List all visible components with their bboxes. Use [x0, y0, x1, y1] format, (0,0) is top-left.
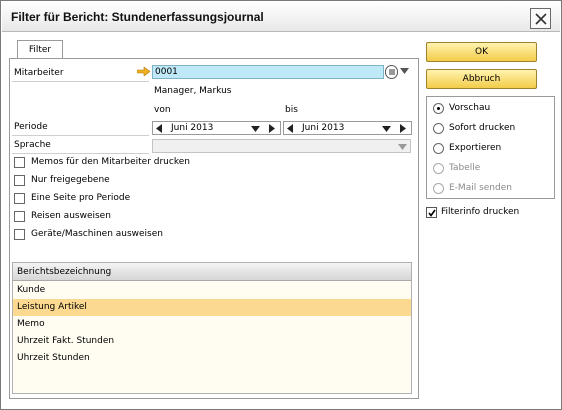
checkbox-filterinfo-label: Filterinfo drucken — [441, 207, 520, 217]
window-title: Filter für Bericht: Stundenerfassungsjou… — [11, 10, 264, 24]
column-header-berichtsbezeichnung[interactable]: Berichtsbezeichnung — [13, 263, 411, 281]
mitarbeiter-input[interactable]: 0001 — [152, 65, 384, 79]
divider — [12, 153, 149, 154]
periode-label: Periode — [14, 122, 48, 132]
checkbox-geraete-label: Geräte/Maschinen ausweisen — [31, 229, 163, 239]
checkbox-memos-label: Memos für den Mitarbeiter drucken — [31, 157, 190, 167]
periode-von-value: Juni 2013 — [171, 123, 214, 133]
cancel-button[interactable]: Abbruch — [426, 69, 537, 89]
sprache-select[interactable] — [152, 139, 411, 153]
list-item[interactable]: Uhrzeit Fakt. Stunden — [13, 333, 411, 350]
close-button[interactable] — [530, 8, 551, 29]
checkbox-memos[interactable] — [14, 157, 25, 168]
radio-exportieren[interactable] — [433, 143, 444, 154]
sprache-label: Sprache — [14, 140, 51, 150]
radio-exportieren-label: Exportieren — [449, 143, 502, 153]
divider — [12, 81, 149, 82]
von-label: von — [154, 105, 171, 115]
radio-vorschau-label: Vorschau — [449, 103, 491, 113]
list-item[interactable]: Uhrzeit Stunden — [13, 350, 411, 367]
divider — [12, 135, 149, 136]
chevron-down-icon[interactable] — [251, 126, 260, 132]
chevron-down-icon[interactable] — [398, 144, 407, 150]
list-icon — [389, 69, 395, 75]
periode-von-select[interactable]: Juni 2013 — [152, 121, 281, 135]
checkbox-filterinfo[interactable] — [426, 207, 437, 218]
ok-button[interactable]: OK — [426, 42, 537, 62]
chevron-down-icon[interactable] — [382, 126, 391, 132]
radio-email-senden-label: E-Mail senden — [449, 183, 512, 193]
periode-bis-value: Juni 2013 — [302, 123, 345, 133]
checkbox-geraete[interactable] — [14, 229, 25, 240]
title-bar: Filter für Bericht: Stundenerfassungsjou… — [2, 2, 560, 32]
tab-filter[interactable]: Filter — [17, 40, 63, 59]
radio-vorschau[interactable] — [433, 103, 444, 114]
report-list: Berichtsbezeichnung Kunde Leistung Artik… — [12, 262, 412, 394]
triangle-right-icon[interactable] — [269, 124, 275, 133]
checkbox-reisen[interactable] — [14, 211, 25, 222]
checkbox-seite-pro-periode-label: Eine Seite pro Periode — [31, 193, 131, 203]
checkbox-nur-freigegebene-label: Nur freigegebene — [31, 175, 110, 185]
list-item-selected[interactable]: Leistung Artikel — [13, 299, 411, 316]
list-item[interactable]: Memo — [13, 316, 411, 333]
checkbox-nur-freigegebene[interactable] — [14, 175, 25, 186]
list-item[interactable]: Kunde — [13, 282, 411, 299]
bis-label: bis — [285, 105, 298, 115]
mitarbeiter-label: Mitarbeiter — [14, 68, 64, 78]
filter-dialog: Filter für Bericht: Stundenerfassungsjou… — [0, 0, 562, 410]
radio-sofort-drucken[interactable] — [433, 123, 444, 134]
radio-tabelle — [433, 163, 444, 174]
checkmark-icon — [428, 209, 436, 217]
triangle-left-icon[interactable] — [287, 124, 293, 133]
checkbox-reisen-label: Reisen ausweisen — [31, 211, 111, 221]
close-icon — [535, 13, 547, 25]
choose-from-list-button[interactable] — [385, 65, 398, 79]
ok-button-label: OK — [475, 47, 488, 57]
triangle-right-icon[interactable] — [400, 124, 406, 133]
radio-sofort-drucken-label: Sofort drucken — [449, 123, 516, 133]
arrow-right-icon[interactable] — [137, 67, 150, 76]
triangle-left-icon[interactable] — [156, 124, 162, 133]
mitarbeiter-name: Manager, Markus — [154, 86, 232, 96]
checkbox-seite-pro-periode[interactable] — [14, 193, 25, 204]
cancel-button-label: Abbruch — [462, 74, 501, 84]
periode-bis-select[interactable]: Juni 2013 — [283, 121, 412, 135]
chevron-down-icon[interactable] — [400, 68, 409, 74]
radio-tabelle-label: Tabelle — [449, 163, 481, 173]
radio-email-senden — [433, 183, 444, 194]
